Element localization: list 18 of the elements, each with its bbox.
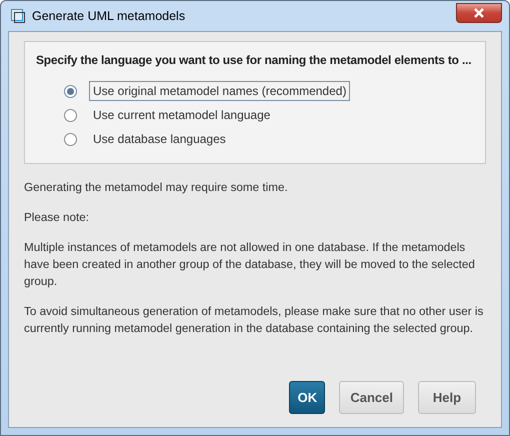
info-text: Please note: — [24, 210, 90, 226]
option-label[interactable]: Use original metamodel names (recommended) — [89, 81, 350, 101]
info-text: Multiple instances of metamodels are not allowed in one database. If the metamodels have been created in another group of the database, they will be moved to the selected group. — [24, 240, 476, 290]
radio-button[interactable] — [64, 108, 77, 122]
group-heading: Specify the language you want to use for naming the metamodel elements to ... — [36, 53, 472, 67]
close-icon — [473, 8, 485, 18]
dialog-button[interactable]: Cancel — [339, 381, 404, 414]
ok-button[interactable]: OK — [289, 381, 326, 414]
option-label[interactable]: Use database languages — [89, 129, 230, 149]
info-text: Generating the metamodel may require some time. — [24, 180, 289, 196]
info-text: To avoid simultaneous generation of metamodels, please make sure that no other user is currently running metamodel generation in the database containing the selected group. — [24, 304, 484, 337]
radio-button[interactable] — [64, 84, 77, 98]
window-icon — [10, 8, 26, 24]
window-title: Generate UML metamodels — [32, 9, 186, 23]
radio-button[interactable] — [64, 132, 77, 146]
close-button[interactable] — [456, 3, 502, 23]
dialog-button[interactable]: Help — [418, 381, 476, 414]
option-label[interactable]: Use current metamodel language — [89, 105, 274, 125]
